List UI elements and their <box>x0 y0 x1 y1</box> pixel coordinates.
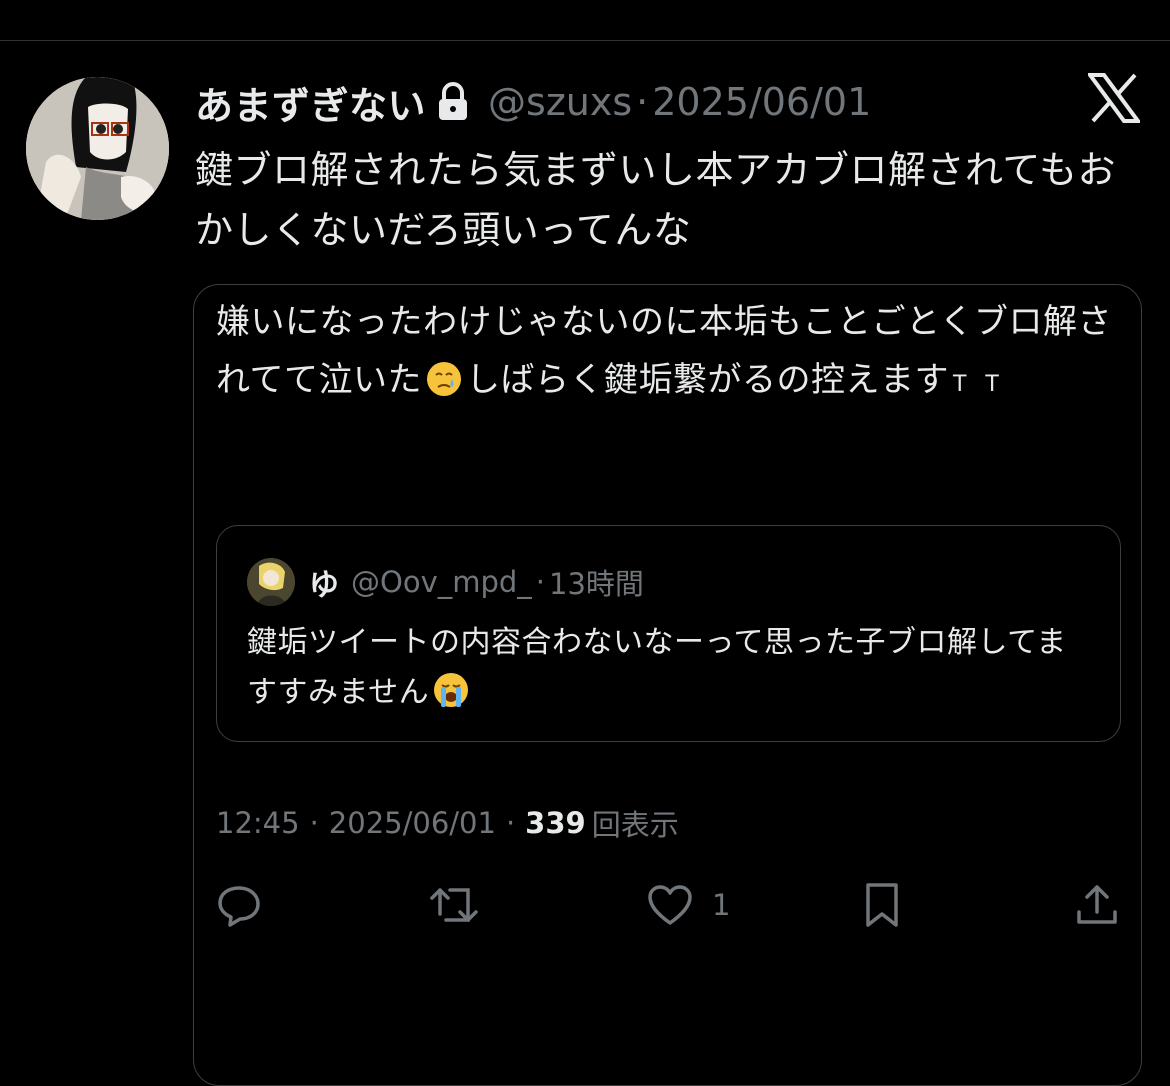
action-bar: 1 <box>194 875 1141 935</box>
quote-text-part2: しばらく鍵垢繋がるの控えます <box>465 360 949 400</box>
author-avatar[interactable] <box>26 77 169 220</box>
reply-button[interactable] <box>216 875 262 935</box>
bookmark-icon <box>862 881 902 929</box>
nested-text: 鍵垢ツイートの内容合わないなーって思った子ブロ解してますすみません <box>247 618 1097 718</box>
views-label: 回表示 <box>591 808 679 842</box>
reply-icon <box>216 882 262 928</box>
tweet-text: 鍵ブロ解されたら気まずいし本アカブロ解されてもおかしくないだろ頭いってんな <box>195 148 1116 252</box>
retweet-button[interactable] <box>428 875 480 935</box>
nested-quote-card[interactable]: ゆ @Oov_mpd_ · 13時間 鍵垢ツイートの内容合わないなーって思った子… <box>216 525 1121 742</box>
nested-avatar[interactable] <box>247 558 295 606</box>
loudly-crying-face-icon <box>433 672 469 708</box>
crying-face-icon <box>426 357 462 396</box>
top-divider <box>0 40 1170 41</box>
bookmark-button[interactable] <box>862 875 902 935</box>
share-button[interactable] <box>1074 875 1120 935</box>
tweet-meta: 12:45 · 2025/06/01 · 339 回表示 <box>216 803 679 843</box>
meta-separator-1: · <box>309 806 319 840</box>
meta-separator-2: · <box>505 806 516 840</box>
nested-separator: · <box>535 565 546 599</box>
view-count: 339 <box>525 806 586 840</box>
x-logo-icon <box>1086 73 1142 123</box>
author-name[interactable]: あまずぎない <box>195 75 426 130</box>
nested-author-handle[interactable]: @Oov_mpd_ <box>351 565 532 599</box>
author-handle[interactable]: @szuxs <box>488 80 632 124</box>
nested-time[interactable]: 13時間 <box>549 561 644 603</box>
lock-icon <box>436 82 470 122</box>
nested-header: ゆ @Oov_mpd_ · 13時間 <box>247 558 644 606</box>
heart-icon <box>646 883 694 927</box>
meta-time[interactable]: 12:45 <box>216 806 300 840</box>
like-button[interactable]: 1 <box>646 875 730 935</box>
tweet-date[interactable]: 2025/06/01 <box>652 80 871 124</box>
quote-text-suffix: T T <box>952 372 1005 397</box>
like-count: 1 <box>712 888 731 922</box>
header-separator: · <box>636 80 649 124</box>
nested-author-name[interactable]: ゆ <box>309 560 339 604</box>
nested-text-body: 鍵垢ツイートの内容合わないなーって思った子ブロ解してますすみません <box>247 625 1067 710</box>
tweet-header: あまずぎない @szuxs · 2025/06/01 <box>195 74 871 130</box>
meta-date[interactable]: 2025/06/01 <box>329 806 496 840</box>
share-icon <box>1074 882 1120 928</box>
retweet-icon <box>428 882 480 928</box>
quote-card[interactable]: 嫌いになったわけじゃないのに本垢もことごとくブロ解されてて泣いた しばらく鍵垢繋が… <box>193 284 1142 1086</box>
quote-text: 嫌いになったわけじゃないのに本垢もことごとくブロ解されてて泣いた しばらく鍵垢繋が… <box>216 293 1116 414</box>
